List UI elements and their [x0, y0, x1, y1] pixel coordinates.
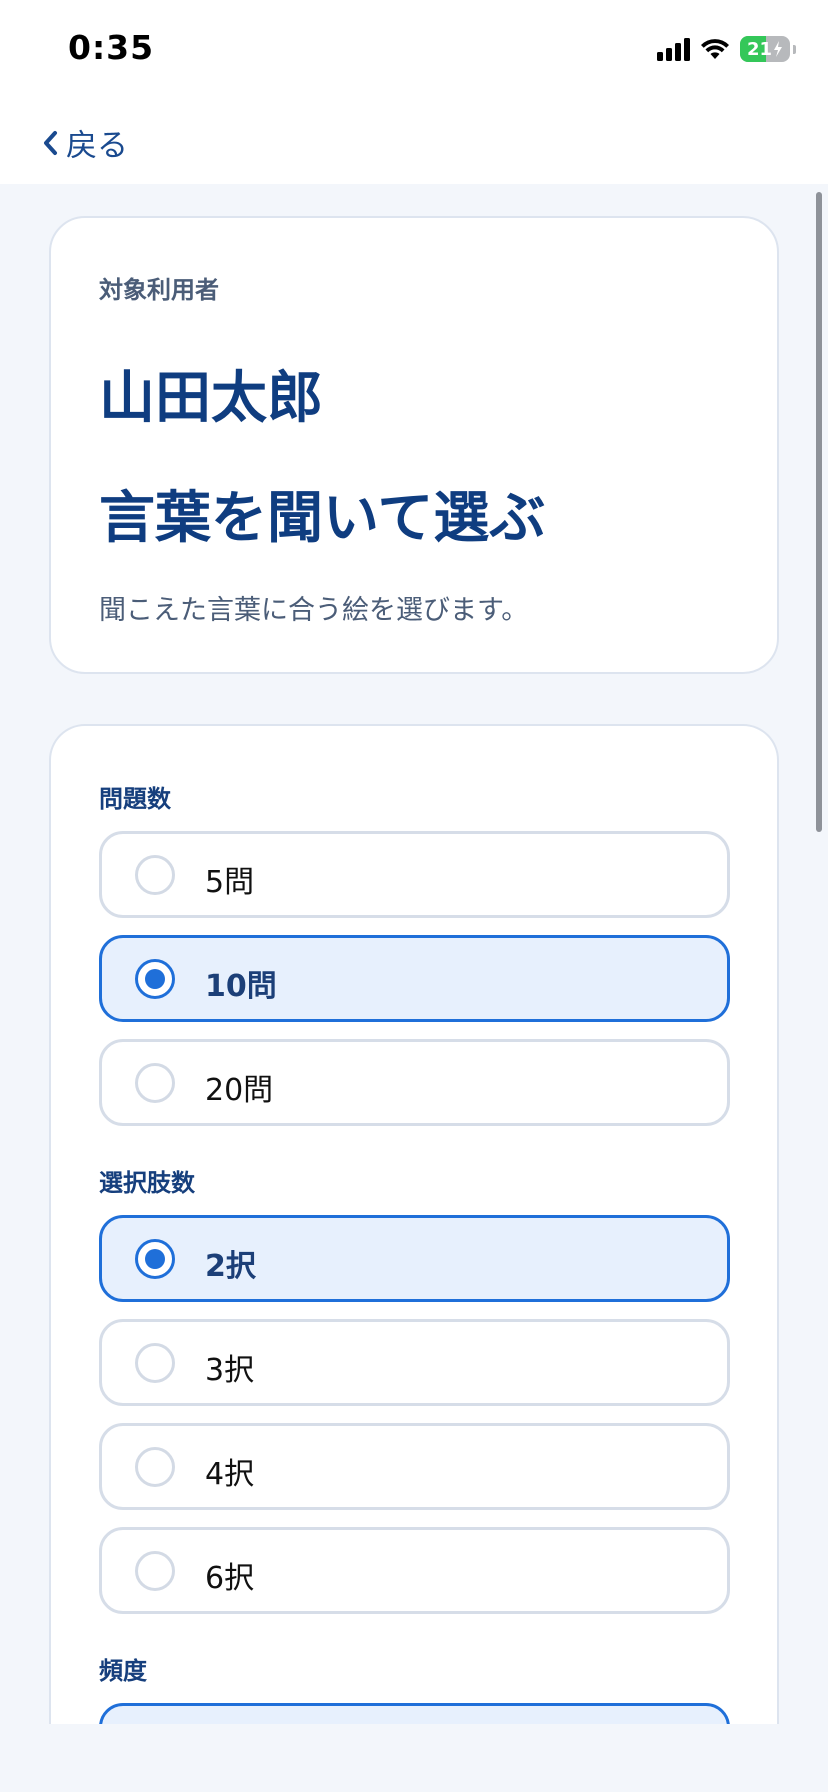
bottom-safe-area	[0, 1724, 828, 1792]
option-label: 3択	[205, 1353, 255, 1388]
back-button[interactable]: 戻る	[40, 120, 128, 165]
option-3-choices[interactable]: 3択	[99, 1319, 730, 1406]
battery-level: 21	[746, 38, 773, 60]
chevron-left-icon	[44, 130, 57, 155]
option-6-choices[interactable]: 6択	[99, 1527, 730, 1614]
radio-button[interactable]	[135, 1239, 175, 1279]
radio-button[interactable]	[135, 1551, 175, 1591]
subject-label: 対象利用者	[99, 276, 219, 304]
radio-button[interactable]	[135, 1447, 175, 1487]
radio-button[interactable]	[135, 855, 175, 895]
option-2-choices[interactable]: 2択	[99, 1215, 730, 1302]
option-4-choices[interactable]: 4択	[99, 1423, 730, 1510]
option-label: 6択	[205, 1561, 255, 1596]
status-bar: 0:35 21	[0, 0, 828, 100]
activity-description: 聞こえた言葉に合う絵を選びます。	[99, 595, 529, 626]
option-5-questions[interactable]: 5問	[99, 831, 730, 918]
battery-icon: 21	[740, 36, 796, 62]
status-time: 0:35	[68, 28, 155, 67]
user-name: 山田太郎	[99, 366, 323, 431]
option-label: 20問	[205, 1073, 274, 1108]
frequency-option[interactable]	[99, 1703, 730, 1724]
activity-title: 言葉を聞いて選ぶ	[99, 486, 546, 551]
status-icons: 21	[657, 34, 796, 64]
wifi-icon	[701, 39, 729, 59]
option-label: 5問	[205, 865, 255, 900]
option-label: 2択	[205, 1249, 256, 1284]
scroll-content[interactable]: 対象利用者 山田太郎 言葉を聞いて選ぶ 聞こえた言葉に合う絵を選びます。 問題数…	[0, 184, 828, 1724]
option-label: 4択	[205, 1457, 255, 1492]
radio-button[interactable]	[135, 1063, 175, 1103]
option-10-questions[interactable]: 10問	[99, 935, 730, 1022]
nav-bar: 戻る	[0, 100, 828, 184]
radio-button[interactable]	[135, 1343, 175, 1383]
info-card: 対象利用者 山田太郎 言葉を聞いて選ぶ 聞こえた言葉に合う絵を選びます。	[49, 216, 779, 674]
charging-bolt-icon	[774, 41, 783, 57]
frequency-label: 頻度	[99, 1657, 147, 1685]
choice-count-label: 選択肢数	[99, 1169, 195, 1197]
option-20-questions[interactable]: 20問	[99, 1039, 730, 1126]
scrollbar[interactable]	[816, 192, 822, 832]
radio-button[interactable]	[135, 959, 175, 999]
back-label: 戻る	[66, 128, 128, 164]
settings-card: 問題数 5問 10問 20問 選択肢数 2択 3択 4択 6択 頻度	[49, 724, 779, 1724]
cellular-signal-icon	[657, 37, 690, 61]
question-count-label: 問題数	[99, 785, 171, 813]
option-label: 10問	[205, 969, 277, 1004]
